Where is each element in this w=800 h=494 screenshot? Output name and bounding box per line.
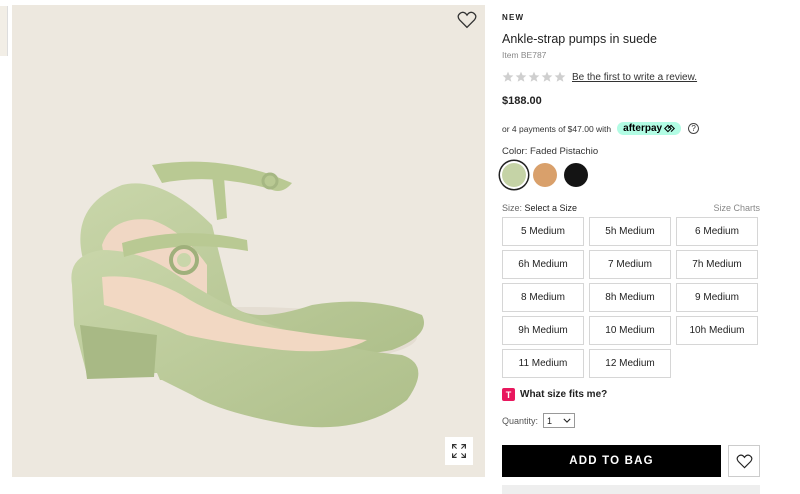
size-option[interactable]: 12 Medium [589,349,671,378]
quantity-label: Quantity: [502,415,539,426]
star-icon [541,71,553,82]
size-selected: Select a Size [524,203,578,213]
truefit-logo-icon: T [502,388,515,401]
new-badge: NEW [502,13,525,22]
color-label: Color: Faded Pistachio [502,146,599,157]
afterpay-arrows-icon [664,124,676,133]
swatch-tan[interactable] [533,163,557,187]
size-option[interactable]: 8 Medium [502,283,584,312]
write-review-link[interactable]: Be the first to write a review. [572,72,697,83]
product-price: $188.00 [502,95,542,107]
size-option[interactable]: 5 Medium [502,217,584,246]
zoom-expand-button[interactable] [445,437,473,465]
size-option[interactable]: 7 Medium [589,250,671,279]
star-icon [554,71,566,82]
size-label: Size: Select a Size [502,203,578,213]
swatch-faded-pistachio[interactable] [502,163,526,187]
add-to-bag-button[interactable]: ADD TO BAG [502,445,721,477]
size-option[interactable]: 7h Medium [676,250,758,279]
product-image[interactable] [12,5,485,477]
star-rating [502,71,566,83]
size-option[interactable]: 9 Medium [676,283,758,312]
star-icon [502,71,514,82]
what-size-fits-me-link[interactable]: T What size fits me? [502,388,607,401]
afterpay-text: or 4 payments of $47.00 with [502,123,612,134]
expand-icon [452,444,466,458]
star-icon [528,71,540,82]
secondary-button-partial[interactable] [502,485,760,494]
color-swatches [502,163,588,187]
quantity-row: Quantity: 1 [502,413,576,428]
afterpay-row: or 4 payments of $47.00 with afterpay ? [502,122,700,135]
afterpay-brand: afterpay [623,123,663,134]
star-icon [515,71,527,82]
size-option[interactable]: 6h Medium [502,250,584,279]
quantity-select[interactable]: 1 [543,413,576,428]
info-icon[interactable]: ? [688,123,700,134]
product-title: Ankle-strap pumps in suede [502,32,657,46]
quantity-value: 1 [547,415,553,426]
chevron-down-icon [563,418,571,423]
selected-color: Faded Pistachio [529,146,599,157]
swatch-black[interactable] [564,163,588,187]
previous-panel-edge [0,6,8,56]
afterpay-badge[interactable]: afterpay [617,122,682,135]
size-option[interactable]: 10 Medium [589,316,671,345]
heart-icon [736,454,752,468]
size-option[interactable]: 8h Medium [589,283,671,312]
rating-row: Be the first to write a review. [502,71,697,83]
wishlist-button[interactable] [728,445,760,477]
size-grid: 5 Medium 5h Medium 6 Medium 6h Medium 7 … [502,217,758,378]
size-option[interactable]: 9h Medium [502,316,584,345]
product-photo [71,161,424,428]
size-option[interactable]: 5h Medium [589,217,671,246]
size-charts-link[interactable]: Size Charts [713,203,760,213]
size-option[interactable]: 6 Medium [676,217,758,246]
favorite-heart-icon[interactable] [457,11,477,29]
fit-label: What size fits me? [520,389,608,400]
size-option[interactable]: 10h Medium [676,316,758,345]
size-option[interactable]: 11 Medium [502,349,584,378]
size-header: Size: Select a Size Size Charts [502,203,760,213]
item-number: Item BE787 [502,50,547,60]
